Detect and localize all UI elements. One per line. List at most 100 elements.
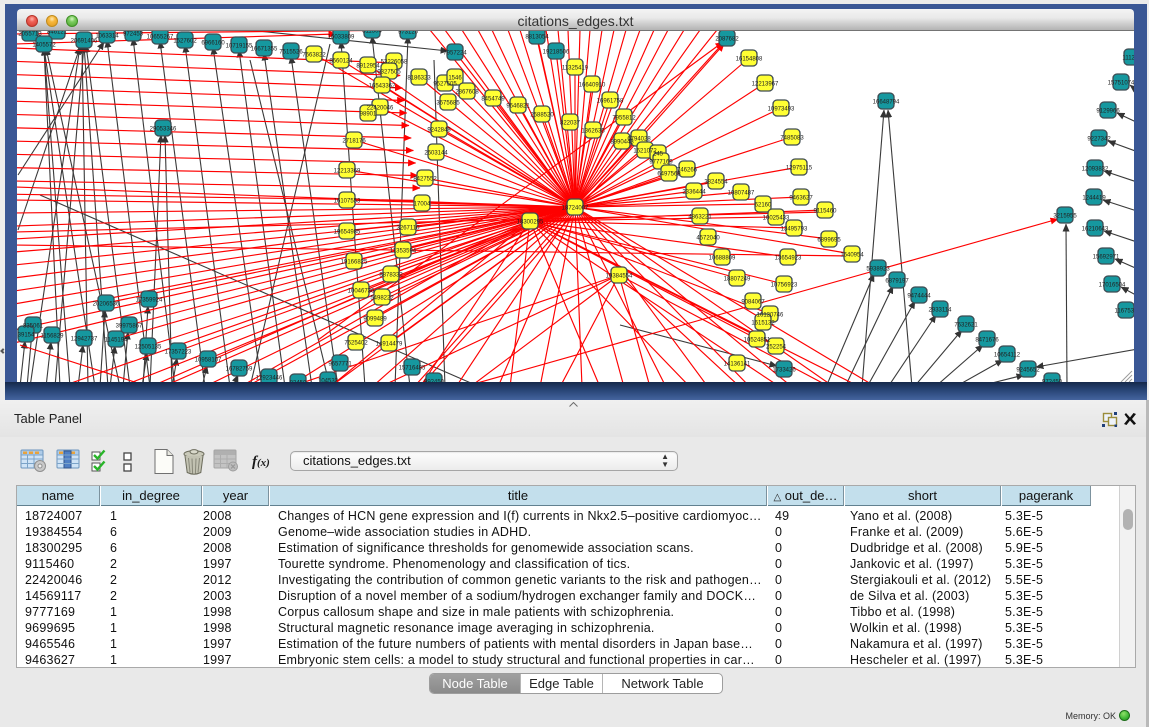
- svg-text:62160: 62160: [755, 203, 772, 209]
- svg-text:16648794: 16648794: [873, 100, 900, 106]
- svg-text:12923446: 12923446: [256, 376, 283, 382]
- svg-text:16543362: 16543362: [369, 84, 396, 90]
- svg-text:18807249: 18807249: [724, 277, 751, 283]
- svg-text:9527505: 9527505: [433, 82, 457, 88]
- svg-text:104532: 104532: [318, 379, 339, 383]
- svg-text:f(x): f(x): [252, 454, 270, 470]
- svg-text:12975115: 12975115: [786, 166, 813, 172]
- svg-text:9777169: 9777169: [649, 160, 673, 166]
- svg-text:17359924: 17359924: [136, 298, 163, 304]
- svg-text:1405572: 1405572: [32, 43, 56, 49]
- svg-text:1145194: 1145194: [105, 338, 129, 344]
- svg-text:3215955: 3215955: [1053, 214, 1077, 220]
- svg-text:973120: 973120: [398, 31, 419, 36]
- svg-text:9227342: 9227342: [1087, 137, 1111, 143]
- svg-text:4863221: 4863221: [688, 215, 712, 221]
- svg-text:12942737: 12942737: [71, 337, 98, 343]
- svg-text:14136141: 14136141: [724, 362, 751, 368]
- svg-text:5938923: 5938923: [866, 267, 890, 273]
- svg-text:7632621: 7632621: [954, 323, 978, 329]
- svg-text:15751074: 15751074: [1108, 81, 1134, 87]
- svg-text:11353594: 11353594: [390, 249, 417, 255]
- svg-text:9242848: 9242848: [427, 128, 451, 134]
- svg-text:7515526: 7515526: [279, 50, 303, 56]
- svg-text:1167533: 1167533: [1115, 309, 1134, 315]
- svg-text:245: 245: [653, 152, 664, 158]
- svg-text:2588520: 2588520: [530, 113, 554, 119]
- svg-text:16782759: 16782759: [226, 367, 253, 373]
- svg-text:835061: 835061: [23, 324, 44, 330]
- svg-text:9245652: 9245652: [1016, 368, 1040, 374]
- svg-text:992450: 992450: [424, 380, 445, 383]
- svg-text:9099489: 9099489: [363, 317, 387, 323]
- svg-text:16033809: 16033809: [328, 35, 355, 41]
- svg-text:8454749: 8454749: [481, 97, 505, 103]
- svg-text:3267110: 3267110: [397, 226, 421, 232]
- svg-text:10973493: 10973493: [768, 107, 795, 113]
- svg-text:1615132: 1615132: [751, 321, 775, 327]
- svg-text:8878332: 8878332: [379, 273, 403, 279]
- svg-text:8660124: 8660124: [329, 59, 353, 65]
- svg-text:8471676: 8471676: [975, 338, 999, 344]
- svg-text:9463627: 9463627: [789, 196, 813, 202]
- svg-text:12213967: 12213967: [752, 82, 779, 88]
- svg-text:19654985: 19654985: [334, 230, 361, 236]
- svg-text:39975867: 39975867: [116, 324, 143, 330]
- svg-text:1244419: 1244419: [1082, 196, 1106, 202]
- svg-text:20206536: 20206536: [93, 302, 120, 308]
- svg-text:9115460: 9115460: [814, 209, 838, 215]
- svg-text:6966160: 6966160: [201, 41, 225, 47]
- svg-text:3824554: 3824554: [704, 180, 728, 186]
- svg-text:1156829: 1156829: [41, 334, 65, 340]
- svg-text:16154808: 16154808: [736, 57, 763, 63]
- svg-text:746266: 746266: [677, 168, 698, 174]
- svg-text:16107553: 16107553: [334, 199, 361, 205]
- svg-text:4572040: 4572040: [696, 236, 720, 242]
- svg-text:29053346: 29053346: [150, 127, 177, 133]
- svg-text:16640910: 16640910: [579, 83, 606, 89]
- svg-text:10655267: 10655267: [147, 35, 174, 41]
- svg-text:10719155: 10719155: [226, 44, 253, 50]
- svg-text:2867608: 2867608: [455, 90, 479, 96]
- svg-text:10688809: 10688809: [709, 256, 736, 262]
- svg-text:10046736: 10046736: [348, 289, 375, 295]
- svg-text:1527602: 1527602: [173, 39, 197, 45]
- svg-text:8813054: 8813054: [525, 35, 549, 41]
- svg-text:252254: 252254: [766, 345, 787, 351]
- svg-text:822037: 822037: [560, 121, 581, 127]
- svg-text:9474444: 9474444: [907, 294, 931, 300]
- svg-text:53226058: 53226058: [381, 60, 408, 66]
- svg-text:8427552: 8427552: [413, 177, 437, 183]
- svg-text:20691406: 20691406: [71, 39, 98, 45]
- svg-text:7663822: 7663822: [302, 53, 326, 59]
- svg-text:18300295: 18300295: [517, 220, 544, 226]
- svg-text:5498222: 5498222: [370, 296, 394, 302]
- svg-text:17357223: 17357223: [165, 350, 192, 356]
- svg-text:9646821: 9646821: [506, 104, 530, 110]
- svg-text:11325419: 11325419: [562, 66, 589, 72]
- svg-text:7485083: 7485083: [780, 136, 804, 142]
- svg-text:2718176: 2718176: [342, 139, 366, 145]
- svg-text:12505135: 12505135: [135, 345, 162, 351]
- svg-text:10756923: 10756923: [771, 283, 798, 289]
- svg-text:972453: 972453: [123, 32, 144, 38]
- svg-text:9129966: 9129966: [1096, 109, 1120, 115]
- svg-text:16210643: 16210643: [1082, 227, 1109, 233]
- svg-text:10807487: 10807487: [728, 191, 755, 197]
- svg-text:972450: 972450: [1042, 380, 1063, 383]
- svg-text:2055713: 2055713: [18, 32, 42, 38]
- svg-text:13495793: 13495793: [781, 227, 808, 233]
- svg-text:17016504: 17016504: [1099, 283, 1126, 289]
- svg-text:13654923: 13654923: [775, 256, 802, 262]
- svg-text:2603144: 2603144: [424, 151, 448, 157]
- svg-text:2087682: 2087682: [715, 37, 739, 43]
- svg-text:9084067: 9084067: [741, 300, 765, 306]
- svg-text:2933114: 2933114: [929, 308, 953, 314]
- svg-text:10654112: 10654112: [994, 353, 1021, 359]
- svg-text:14914479: 14914479: [376, 342, 403, 348]
- svg-text:15692971: 15692971: [1093, 255, 1120, 261]
- svg-text:10025433: 10025433: [763, 216, 790, 222]
- svg-text:6899695: 6899695: [817, 238, 841, 244]
- svg-text:9327505: 9327505: [377, 70, 401, 76]
- svg-text:9657771: 9657771: [328, 362, 352, 368]
